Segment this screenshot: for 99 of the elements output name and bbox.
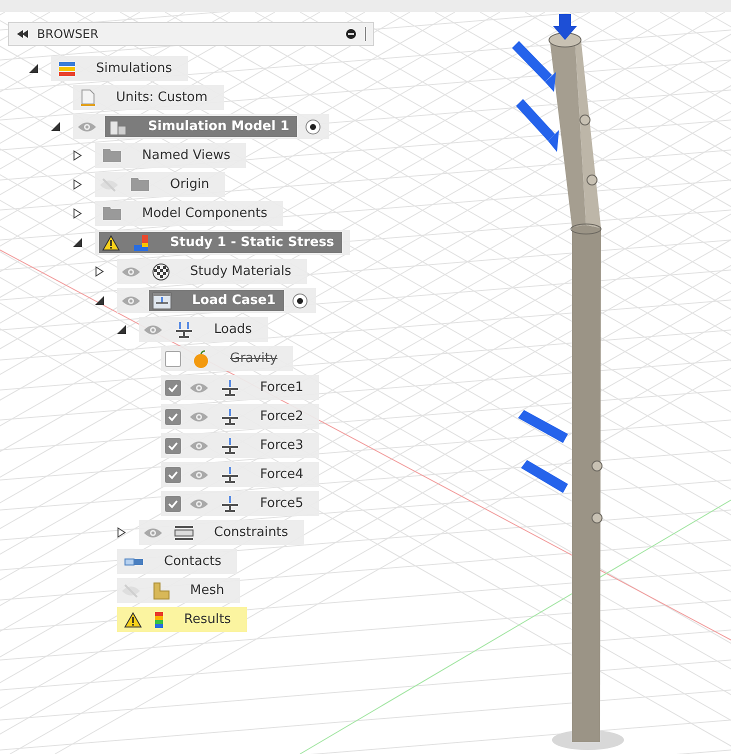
expanded-triangle-icon[interactable]	[117, 325, 126, 334]
eye-icon[interactable]	[189, 468, 209, 480]
contacts-icon	[124, 556, 144, 566]
expanded-triangle-icon[interactable]	[29, 64, 38, 73]
tree-item[interactable]: Simulation Model 1	[73, 114, 330, 139]
force-arrow	[516, 99, 559, 152]
eye-icon[interactable]	[77, 120, 97, 132]
tree-item[interactable]: Mesh	[117, 578, 240, 603]
loads-icon	[174, 320, 194, 338]
tree-item[interactable]: Units: Custom	[73, 85, 224, 110]
tree-item[interactable]: Force4	[161, 462, 320, 487]
mesh-icon	[152, 582, 170, 600]
item-label: Force2	[259, 409, 304, 424]
tree-item[interactable]: Study 1 - Static Stress	[95, 230, 350, 255]
results-scale-icon	[154, 610, 164, 628]
tree-item[interactable]: Force1	[161, 375, 320, 400]
item-label: Gravity	[229, 351, 278, 366]
checkbox[interactable]	[165, 496, 181, 512]
eye-icon[interactable]	[143, 324, 163, 336]
checkbox[interactable]	[165, 408, 181, 424]
item-label: Units: Custom	[115, 90, 208, 105]
collapse-icon[interactable]	[17, 30, 29, 38]
item-label: Named Views	[141, 148, 230, 163]
eye-icon[interactable]	[189, 440, 209, 452]
item-label: Force4	[259, 467, 304, 482]
tree-item[interactable]: Loads	[139, 317, 268, 342]
collapsed-triangle-icon[interactable]	[117, 527, 126, 538]
active-radio-icon[interactable]	[292, 292, 308, 308]
eye-icon[interactable]	[189, 382, 209, 394]
item-label: Simulations	[95, 61, 172, 76]
force-icon	[220, 494, 240, 512]
tree-item[interactable]: Force2	[161, 404, 320, 429]
item-label: Constraints	[213, 525, 288, 540]
item-label: Force1	[259, 380, 304, 395]
color-bars-icon	[58, 60, 76, 76]
force-icon	[220, 466, 240, 484]
checkmark-icon	[167, 382, 179, 394]
minus-circle-icon[interactable]	[346, 29, 356, 39]
eye-icon[interactable]	[121, 294, 141, 306]
collapsed-triangle-icon[interactable]	[95, 266, 104, 277]
collapsed-triangle-icon[interactable]	[73, 208, 82, 219]
collapsed-triangle-icon[interactable]	[73, 150, 82, 161]
tree-item[interactable]: Force5	[161, 491, 320, 516]
expanded-triangle-icon[interactable]	[51, 122, 60, 131]
tree-item[interactable]: Force3	[161, 433, 320, 458]
force-arrow	[518, 410, 568, 443]
panel-grip-icon[interactable]	[364, 27, 367, 41]
item-label: Results	[183, 612, 231, 627]
checkbox[interactable]	[165, 438, 181, 454]
eye-icon[interactable]	[189, 498, 209, 510]
document-icon	[80, 88, 96, 106]
checkmark-icon	[167, 440, 179, 452]
tree-item[interactable]: Contacts	[117, 549, 238, 574]
item-label: Load Case1	[191, 293, 276, 308]
tree-item[interactable]: Constraints	[139, 520, 304, 545]
tree-item[interactable]: Named Views	[95, 143, 246, 168]
checkbox[interactable]	[165, 350, 181, 366]
eye-icon[interactable]	[189, 410, 209, 422]
active-radio-icon[interactable]	[305, 118, 322, 134]
item-label: Study 1 - Static Stress	[169, 235, 334, 250]
item-label: Contacts	[163, 554, 222, 569]
checkered-sphere-icon	[152, 262, 170, 280]
tree-item[interactable]: Model Components	[95, 201, 284, 226]
load-case-icon	[152, 292, 172, 310]
force-icon	[220, 436, 240, 454]
tree-item[interactable]: Study Materials	[117, 259, 308, 284]
force-icon	[220, 408, 240, 426]
item-label: Mesh	[189, 583, 224, 598]
checkbox[interactable]	[165, 466, 181, 482]
eye-icon[interactable]	[121, 266, 141, 278]
item-label: Simulation Model 1	[147, 119, 290, 134]
tree-item[interactable]: Simulations	[51, 56, 188, 81]
checkbox[interactable]	[165, 380, 181, 396]
checkmark-icon	[167, 468, 179, 480]
folder-icon	[102, 206, 122, 221]
study-icon	[132, 234, 150, 252]
expanded-triangle-icon[interactable]	[73, 238, 82, 247]
expanded-triangle-icon[interactable]	[95, 296, 104, 305]
checkmark-icon	[167, 498, 179, 510]
item-label: Origin	[169, 177, 210, 192]
tree-item[interactable]: Gravity	[161, 346, 294, 371]
item-label: Force3	[259, 438, 304, 453]
tree-item[interactable]: Origin	[95, 172, 226, 197]
browser-title: BROWSER	[37, 27, 98, 41]
eye-icon[interactable]	[143, 526, 163, 538]
tree-item[interactable]: Results	[117, 607, 247, 632]
folder-icon	[102, 148, 122, 163]
item-label: Study Materials	[189, 264, 292, 279]
folder-icon	[130, 177, 150, 192]
constraints-icon	[174, 524, 194, 540]
force-icon	[220, 378, 240, 396]
item-label: Model Components	[141, 206, 268, 221]
item-label: Loads	[213, 322, 252, 337]
force-arrow	[521, 460, 568, 493]
checkmark-icon	[167, 410, 179, 422]
tree-item[interactable]: Load Case1	[117, 288, 316, 313]
apple-icon	[192, 350, 210, 368]
item-label: Force5	[259, 496, 304, 511]
collapsed-triangle-icon[interactable]	[73, 179, 82, 190]
